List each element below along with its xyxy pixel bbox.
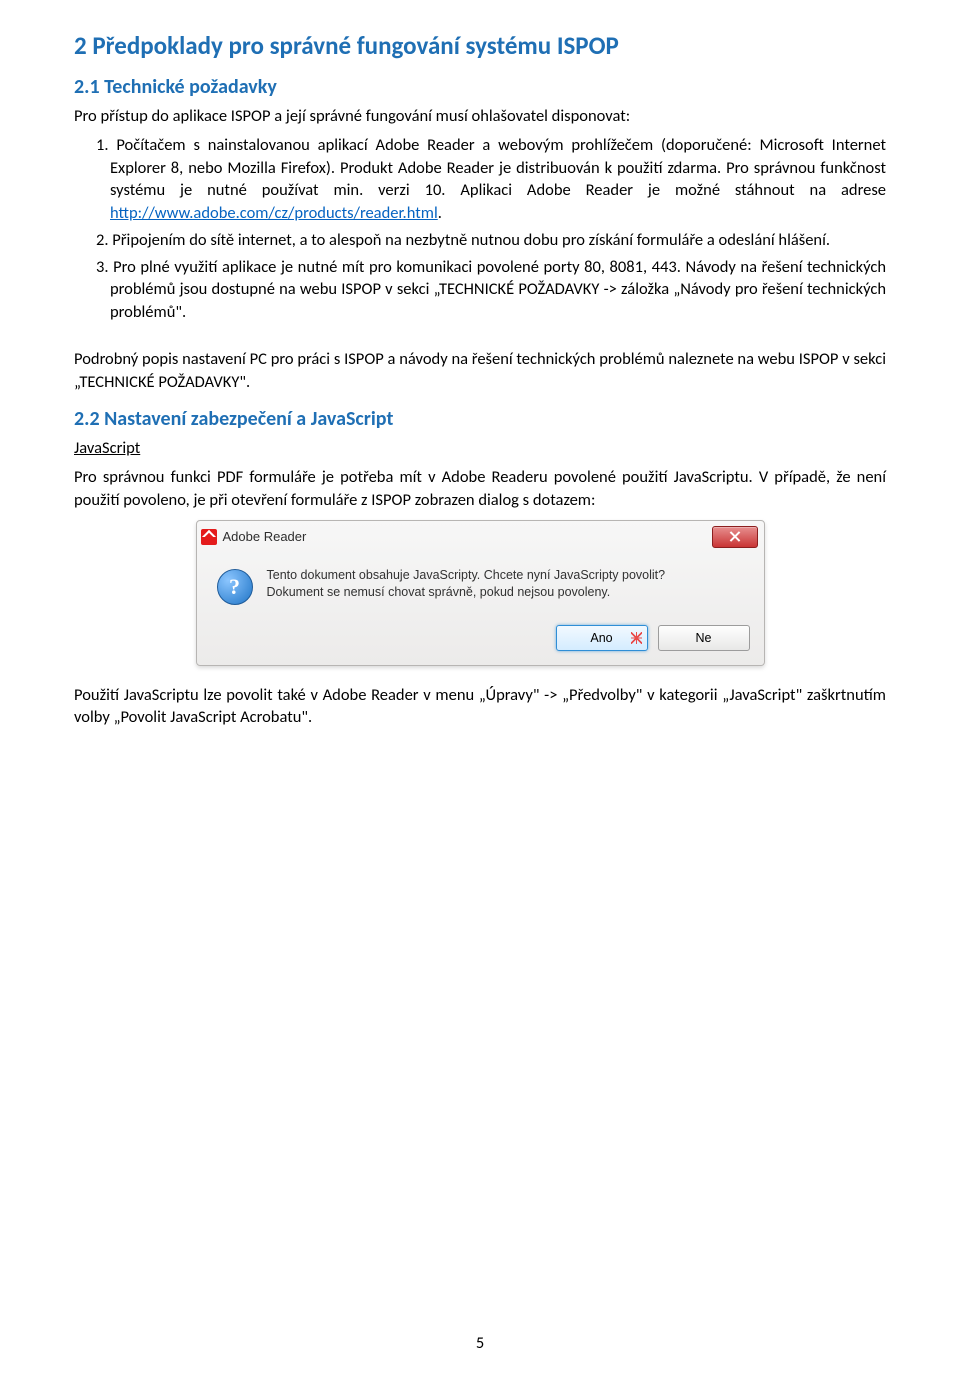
heading-2-1: 2.1 Technické požadavky <box>74 75 886 99</box>
paragraph-javascript: Pro správnou funkci PDF formuláře je pot… <box>74 466 886 512</box>
list-item-1: 1. Počítačem s nainstalovanou aplikací A… <box>110 134 886 225</box>
no-button-label: Ne <box>696 631 712 645</box>
dialog-message-line1: Tento dokument obsahuje JavaScripty. Chc… <box>267 567 666 584</box>
heading-1: 2 Předpoklady pro správné fungování syst… <box>74 30 886 61</box>
close-icon <box>729 531 740 542</box>
yes-button-label: Ano <box>590 631 612 645</box>
intro-paragraph: Pro přístup do aplikace ISPOP a její spr… <box>74 105 886 128</box>
adobe-reader-icon <box>201 529 217 545</box>
javascript-subheading: JavaScript <box>74 437 886 460</box>
question-icon: ? <box>217 569 253 605</box>
adobe-reader-link[interactable]: http://www.adobe.com/cz/products/reader.… <box>110 203 438 223</box>
yes-button[interactable]: Ano <box>556 625 648 651</box>
list-item-3: 3. Pro plné využití aplikace je nutné mí… <box>110 256 886 324</box>
page-number: 5 <box>0 1333 960 1353</box>
dialog-message: Tento dokument obsahuje JavaScripty. Chc… <box>267 567 666 605</box>
dialog-title-text: Adobe Reader <box>223 529 307 544</box>
paragraph-enable-js: Použití JavaScriptu lze povolit také v A… <box>74 684 886 730</box>
dialog-title-left: Adobe Reader <box>201 529 307 545</box>
requirements-list: 1. Počítačem s nainstalovanou aplikací A… <box>74 134 886 324</box>
document-page: 2 Předpoklady pro správné fungování syst… <box>0 0 960 1377</box>
list-item-1-post: . <box>438 203 442 223</box>
no-button[interactable]: Ne <box>658 625 750 651</box>
list-item-1-pre: 1. Počítačem s nainstalovanou aplikací A… <box>96 135 886 201</box>
list-item-2: 2. Připojením do sítě internet, a to ale… <box>110 229 886 252</box>
dialog-body: ? Tento dokument obsahuje JavaScripty. C… <box>197 551 764 619</box>
heading-2-2: 2.2 Nastavení zabezpečení a JavaScript <box>74 407 886 431</box>
dialog-message-line2: Dokument se nemusí chovat správně, pokud… <box>267 584 666 601</box>
question-mark: ? <box>229 574 240 600</box>
dialog-screenshot: Adobe Reader ? Tento dokument obsahuje J… <box>196 520 765 666</box>
dialog-actions: Ano Ne <box>197 619 764 665</box>
dialog-window: Adobe Reader ? Tento dokument obsahuje J… <box>196 520 765 666</box>
paragraph-technical: Podrobný popis nastavení PC pro práci s … <box>74 348 886 394</box>
close-button[interactable] <box>712 526 758 548</box>
dialog-titlebar: Adobe Reader <box>197 521 764 551</box>
